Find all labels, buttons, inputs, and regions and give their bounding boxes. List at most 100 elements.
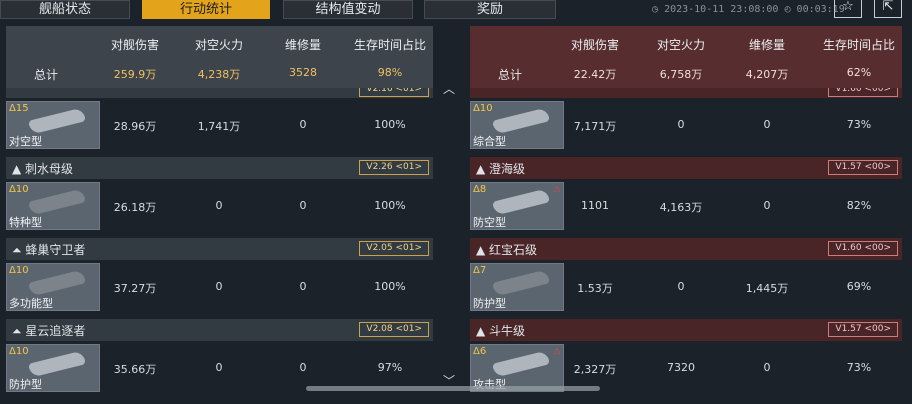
right-fleet-panel: 对舰伤害 对空火力 维修量 生存时间占比 总计 22.42万 6,758万 4,…: [470, 26, 902, 404]
ship-thumbnail: Δ10 防护型: [6, 344, 100, 392]
class-name: ▲ 斗牛级: [476, 324, 526, 338]
class-name: ▲ 澄海级: [476, 162, 526, 176]
ship-image: [28, 107, 86, 135]
damage-badge-icon: ⚠: [552, 185, 561, 195]
ship-damage: 28.96万: [113, 120, 157, 133]
ship-image: [492, 107, 550, 135]
left-fleet-panel: 对舰伤害 对空火力 维修量 生存时间占比 总计 259.9万 4,238万 35…: [6, 26, 433, 404]
tab-ship-status[interactable]: 舰船状态: [0, 0, 130, 19]
ship-image: [28, 269, 86, 297]
ship-type: 对空型: [9, 135, 42, 148]
ship-level: Δ10: [9, 184, 29, 195]
ship-damage: 2,327万: [573, 363, 617, 376]
ship-level: Δ8: [473, 184, 487, 195]
tab-structure-change[interactable]: 结构值变动: [283, 0, 413, 19]
ship-row[interactable]: Δ10 多功能型 37.27万 0 0 100%: [6, 260, 433, 315]
ship-type: 多功能型: [9, 297, 53, 310]
ship-level: Δ10: [473, 103, 493, 114]
ship-level: Δ7: [473, 265, 487, 276]
class-name: ▲ 红宝石级: [476, 243, 538, 257]
ship-thumbnail: ⚠ Δ6 攻击型: [470, 344, 564, 392]
battle-status: ◷ 2023-10-11 23:08:00 ◴ 00:03:19: [652, 4, 845, 15]
col-survival: 生存时间占比: [353, 38, 426, 52]
version-badge: V2.16 <01>: [359, 88, 429, 97]
total-anti-air: 4,238万: [197, 68, 241, 81]
survival: 100%: [374, 280, 406, 293]
repair: 0: [763, 118, 771, 131]
version-badge: V1.60 <00>: [828, 241, 898, 256]
ship-row[interactable]: Δ10 综合型 7,171万 0 0 73%: [470, 98, 902, 153]
star-icon: ☆: [842, 0, 854, 14]
stats-header: 对舰伤害 对空火力 维修量 生存时间占比 总计 259.9万 4,238万 35…: [6, 26, 433, 88]
ship-damage: 35.66万: [113, 363, 157, 376]
ship-damage: 26.18万: [113, 201, 157, 214]
anti-air: 0: [215, 280, 223, 293]
ship-damage: 1.53万: [577, 282, 613, 295]
repair: 0: [763, 199, 771, 212]
ship-type: 综合型: [473, 135, 506, 148]
anti-air: 4,163万: [659, 201, 703, 214]
exit-button[interactable]: ⇱: [874, 0, 902, 18]
ship-row[interactable]: Δ10 特种型 26.18万 0 0 100%: [6, 179, 433, 234]
survival: 97%: [377, 361, 403, 374]
ship-row[interactable]: ⚠ Δ8 防空型 1101 4,163万 0 82%: [470, 179, 902, 234]
battle-datetime: 2023-10-11 23:08:00: [664, 4, 779, 15]
tab-action-stats[interactable]: 行动统计: [142, 0, 270, 19]
ship-level: Δ10: [9, 265, 29, 276]
ship-image: [28, 188, 86, 216]
anti-air: 1,741万: [197, 120, 241, 133]
ship-thumbnail: Δ10 综合型: [470, 101, 564, 149]
ship-image: [492, 350, 550, 378]
survival: 69%: [846, 280, 872, 293]
scroll-up-icon[interactable]: ︿: [443, 80, 455, 97]
survival: 82%: [846, 199, 872, 212]
exit-icon: ⇱: [882, 0, 894, 14]
totals-label: 总计: [497, 68, 522, 82]
version-badge: V2.26 <01>: [359, 160, 429, 175]
version-badge: V2.08 <01>: [359, 322, 429, 337]
repair: 0: [299, 361, 307, 374]
col-anti-air: 对空火力: [656, 38, 705, 52]
totals-label: 总计: [33, 68, 58, 82]
ship-thumbnail: Δ15 对空型: [6, 101, 100, 149]
timer-icon: ◴: [784, 4, 791, 15]
class-row: ⏶ 星云追逐者 V2.08 <01>: [6, 319, 433, 341]
ship-thumbnail: Δ7 防护型: [470, 263, 564, 311]
class-row: ▲ 刺水母级 V2.26 <01>: [6, 157, 433, 179]
class-row: V1.60 <00>: [470, 88, 902, 98]
class-name: ▲ 刺水母级: [12, 162, 74, 176]
star-button[interactable]: ☆: [834, 0, 862, 18]
anti-air: 0: [215, 199, 223, 212]
damage-badge-icon: ⚠: [552, 347, 561, 357]
tab-rewards[interactable]: 奖励: [424, 0, 556, 19]
class-name: ⏶ 蜂巢守卫者: [12, 243, 86, 257]
repair: 0: [763, 361, 771, 374]
version-badge: V1.57 <00>: [828, 160, 898, 175]
survival: 100%: [374, 199, 406, 212]
ship-row[interactable]: Δ7 防护型 1.53万 0 1,445万 69%: [470, 260, 902, 315]
ship-level: Δ6: [473, 346, 487, 357]
total-ship-damage: 22.42万: [573, 68, 617, 81]
ship-type: 防护型: [473, 297, 506, 310]
ship-damage: 37.27万: [113, 282, 157, 295]
survival: 73%: [846, 118, 872, 131]
version-badge: V2.05 <01>: [359, 241, 429, 256]
ship-image: [28, 350, 86, 378]
repair: 0: [299, 280, 307, 293]
ship-thumbnail: Δ10 多功能型: [6, 263, 100, 311]
repair: 0: [299, 199, 307, 212]
version-badge: V1.57 <00>: [828, 322, 898, 337]
ship-image: [492, 269, 550, 297]
total-ship-damage: 259.9万: [113, 68, 157, 81]
ship-thumbnail: ⚠ Δ8 防空型: [470, 182, 564, 230]
ship-type: 防护型: [9, 378, 42, 391]
col-repair: 维修量: [748, 38, 785, 52]
ship-type: 特种型: [9, 216, 42, 229]
survival: 100%: [374, 118, 406, 131]
repair: 1,445万: [745, 282, 789, 295]
ship-row[interactable]: Δ15 对空型 28.96万 1,741万 0 100%: [6, 98, 433, 153]
col-survival: 生存时间占比: [822, 38, 895, 52]
col-ship-damage: 对舰伤害: [110, 38, 159, 52]
total-survival: 62%: [846, 66, 872, 79]
horizontal-scrollbar[interactable]: [306, 386, 600, 391]
